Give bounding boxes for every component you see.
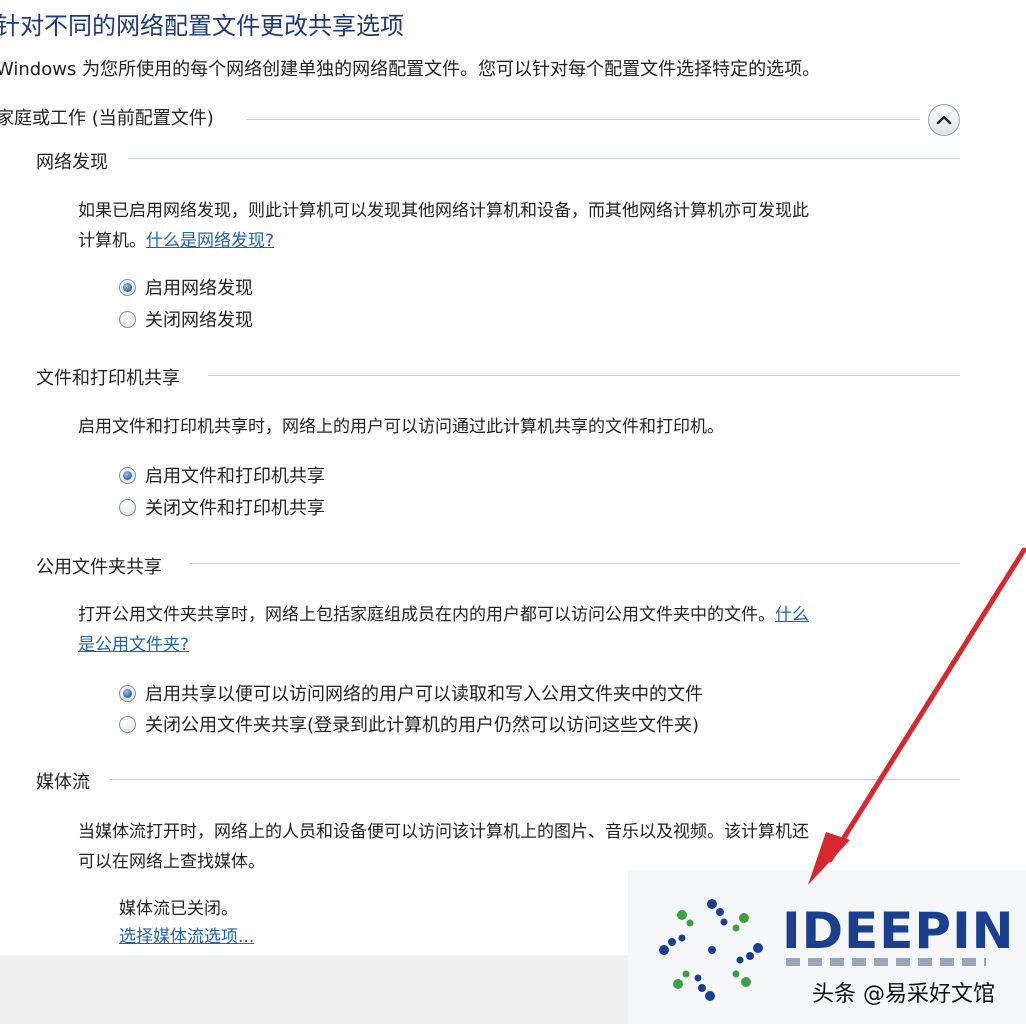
radio-enable-network-discovery[interactable]: 启用网络发现 <box>119 274 253 300</box>
radio-label: 启用网络发现 <box>145 278 253 299</box>
description-line: 当媒体流打开时，网络上的人员和设备便可以访问该计算机上的图片、音乐以及视频。该计… <box>78 822 809 842</box>
radio-disable-file-printer-sharing[interactable]: 关闭文件和打印机共享 <box>119 494 325 520</box>
section-divider <box>128 158 960 159</box>
description-line: 是公用文件夹? <box>78 630 809 660</box>
section-title-public-folder: 公用文件夹共享 <box>36 557 162 578</box>
choose-media-streaming-options-link[interactable]: 选择媒体流选项... <box>119 922 254 952</box>
network-discovery-description: 如果已启用网络发现，则此计算机可以发现其他网络计算机和设备，而其他网络计算机亦可… <box>78 196 809 256</box>
watermark-subline <box>786 958 986 966</box>
file-printer-description: 启用文件和打印机共享时，网络上的用户可以访问通过此计算机共享的文件和打印机。 <box>78 417 724 437</box>
media-streaming-status: 媒体流已关闭。 <box>119 899 238 919</box>
red-arrow-annotation <box>808 547 1026 885</box>
radio-label: 关闭网络发现 <box>145 310 253 331</box>
section-divider <box>208 375 960 376</box>
section-title-media-streaming: 媒体流 <box>36 772 90 793</box>
radio-button[interactable] <box>119 310 136 328</box>
footer-bar <box>0 955 630 1024</box>
radio-disable-public-folder-sharing[interactable]: 关闭公用文件夹共享(登录到此计算机的用户仍然可以访问这些文件夹) <box>119 711 699 737</box>
watermark-logo-text: IDEEPIN <box>782 902 1015 960</box>
profile-divider <box>246 119 920 120</box>
description-line: 计算机。什么是网络发现? <box>78 226 809 256</box>
radio-label: 关闭公用文件夹共享(登录到此计算机的用户仍然可以访问这些文件夹) <box>145 715 700 736</box>
radio-label: 关闭文件和打印机共享 <box>145 498 325 519</box>
radio-button-selected[interactable] <box>119 466 136 484</box>
radio-label: 启用共享以便可以访问网络的用户可以读取和写入公用文件夹中的文件 <box>145 684 703 705</box>
radio-button-selected[interactable] <box>119 278 136 296</box>
what-is-network-discovery-link[interactable]: 什么是网络发现? <box>146 231 274 251</box>
radio-enable-public-folder-sharing[interactable]: 启用共享以便可以访问网络的用户可以读取和写入公用文件夹中的文件 <box>119 680 703 706</box>
description-line: 打开公用文件夹共享时，网络上包括家庭组成员在内的用户都可以访问公用文件夹中的文件… <box>78 600 809 630</box>
radio-enable-file-printer-sharing[interactable]: 启用文件和打印机共享 <box>119 462 325 488</box>
radio-button[interactable] <box>119 498 136 516</box>
pinwheel-logo-icon <box>659 899 763 1001</box>
page-title: 针对不同的网络配置文件更改共享选项 <box>0 12 404 40</box>
description-text: 打开公用文件夹共享时，网络上包括家庭组成员在内的用户都可以访问公用文件夹中的文件… <box>78 605 775 625</box>
watermark-caption: 头条 @易采好文馆 <box>812 982 995 1007</box>
media-streaming-description: 当媒体流打开时，网络上的人员和设备便可以访问该计算机上的图片、音乐以及视频。该计… <box>78 817 809 877</box>
section-title-network-discovery: 网络发现 <box>36 152 108 173</box>
page-description: Windows 为您所使用的每个网络创建单独的网络配置文件。您可以针对每个配置文… <box>0 59 821 80</box>
public-folder-description: 打开公用文件夹共享时，网络上包括家庭组成员在内的用户都可以访问公用文件夹中的文件… <box>78 600 809 660</box>
collapse-profile-button[interactable] <box>928 104 960 136</box>
radio-button[interactable] <box>119 715 136 733</box>
description-line: 如果已启用网络发现，则此计算机可以发现其他网络计算机和设备，而其他网络计算机亦可… <box>78 201 809 221</box>
radio-disable-network-discovery[interactable]: 关闭网络发现 <box>119 306 253 332</box>
radio-label: 启用文件和打印机共享 <box>145 466 325 487</box>
chevron-up-icon <box>936 115 952 125</box>
section-title-file-printer: 文件和打印机共享 <box>36 368 180 389</box>
profile-header: 家庭或工作 (当前配置文件) <box>0 108 214 129</box>
what-is-public-folder-link-part2[interactable]: 是公用文件夹? <box>78 635 189 655</box>
radio-button-selected[interactable] <box>119 684 136 702</box>
description-text: 计算机。 <box>78 231 146 251</box>
